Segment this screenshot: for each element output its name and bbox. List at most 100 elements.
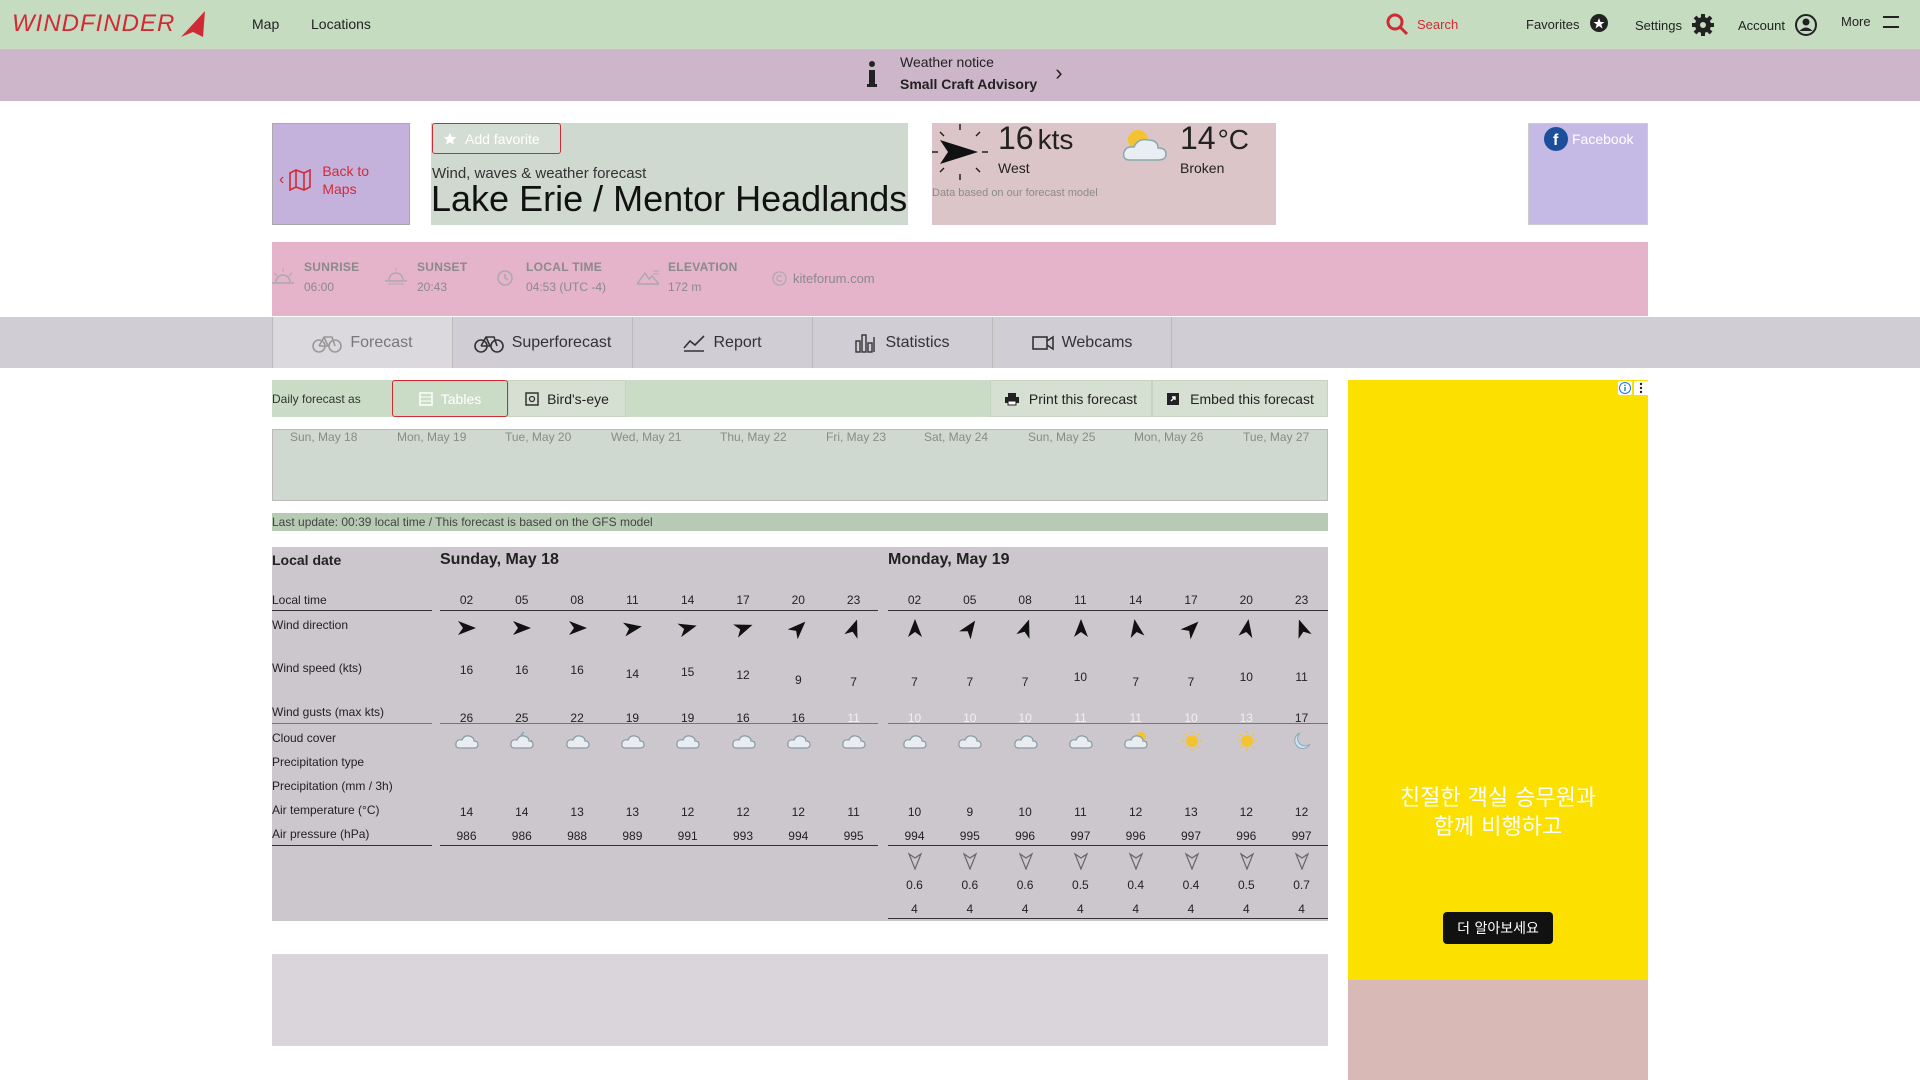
print-forecast-label: Print this forecast	[1028, 390, 1138, 407]
wind-arrow-icon	[908, 619, 922, 637]
day1-pressure-cell: 989	[622, 829, 643, 843]
account-button[interactable]: Account	[1738, 14, 1817, 36]
settings-button[interactable]: Settings	[1635, 14, 1714, 36]
day2-pressure-cell: 997	[1180, 829, 1202, 843]
day2-wind-speed-cell: 7	[911, 675, 918, 689]
tables-view-button[interactable]: Tables	[392, 380, 508, 417]
cloud-sun-icon	[1122, 130, 1167, 161]
tab-report[interactable]: Report	[632, 317, 812, 368]
sun-icon	[1236, 731, 1257, 751]
windfinder-logo[interactable]: WINDFINDER	[12, 10, 207, 38]
day1-pressure-cell: 994	[788, 829, 809, 843]
ad-cta-button[interactable]: 더 알아보세요	[1443, 912, 1553, 944]
row-label-wind-gusts: Wind gusts (max kts)	[272, 705, 385, 719]
credit-link[interactable]: kiteforum.com	[772, 271, 875, 286]
day2-gusts-cell: 11	[1129, 711, 1142, 725]
day1-times-cell: 20	[791, 593, 805, 607]
local-time-value: 04:53 (UTC -4)	[526, 280, 607, 294]
row-label-air-pressure: Air pressure (hPa)	[272, 827, 370, 841]
cloud-icon	[1069, 735, 1093, 749]
top-navigation-bar	[0, 0, 1920, 50]
cloud-icon	[565, 735, 590, 749]
bicycle-icon	[312, 335, 343, 353]
day-tab-10[interactable]: Tue, May 27	[1243, 430, 1309, 444]
day-tab-7[interactable]: Sat, May 24	[924, 430, 988, 444]
search-button[interactable]: Search	[1385, 12, 1458, 36]
gear-icon	[1691, 14, 1714, 36]
ad-info-icon[interactable]	[1618, 381, 1632, 395]
tables-label: Tables	[440, 390, 482, 407]
day1-gusts-cell: 26	[459, 711, 474, 725]
print-forecast-button[interactable]: Print this forecast	[990, 380, 1152, 417]
day-tab-4[interactable]: Wed, May 21	[611, 430, 681, 444]
day1-times-cell: 17	[736, 593, 750, 607]
favorites-button[interactable]: Favorites	[1526, 14, 1609, 34]
cloud-moon-icon	[510, 731, 534, 749]
add-favorite-button[interactable]: Add favorite	[432, 123, 561, 154]
tab-superforecast[interactable]: Superforecast	[452, 317, 632, 368]
temperature-now: 14 °C	[1180, 120, 1249, 157]
birds-eye-view-button[interactable]: Bird's-eye	[508, 380, 626, 417]
day2-gusts-cell: 11	[1074, 711, 1087, 725]
day1-wind-speed-cell: 9	[794, 673, 802, 687]
svg-text:f: f	[1553, 132, 1559, 149]
tab-report-label: Report	[713, 333, 762, 351]
day2-wave-period-cell: 4	[1021, 902, 1029, 916]
cloud-icon	[787, 735, 811, 749]
ad-options-icon[interactable]	[1634, 381, 1648, 395]
facebook-button[interactable]: f Facebook	[1544, 127, 1633, 151]
day2-temp-cell: 11	[1074, 805, 1087, 819]
day2-wave-height-cell: 0.6	[906, 878, 923, 892]
day1-temp-cell: 12	[791, 805, 805, 819]
weather-notice-link[interactable]: Weather notice Small Craft Advisory ›	[862, 54, 1063, 92]
day1-wind-speed-cell: 12	[736, 668, 750, 682]
cloud-icon	[676, 735, 700, 749]
day-tab-6[interactable]: Fri, May 23	[826, 430, 886, 444]
day-tab-8[interactable]: Sun, May 25	[1028, 430, 1095, 444]
back-to-maps-button[interactable]: ‹ Back to Maps	[272, 123, 410, 225]
day2-temp-cell: 12	[1129, 805, 1143, 819]
sunset-label: SUNSET	[417, 260, 468, 274]
day2-times-cell: 20	[1239, 593, 1253, 607]
wave-direction-icon	[907, 852, 923, 870]
birds-eye-label: Bird's-eye	[547, 390, 609, 407]
day2-temp-cell: 10	[907, 805, 922, 819]
day2-wind-speed-cell: 7	[966, 675, 974, 689]
wind-arrow-icon	[677, 623, 697, 638]
day2-times-cell: 14	[1129, 593, 1143, 607]
embed-forecast-button[interactable]: Embed this forecast	[1152, 380, 1328, 417]
tab-statistics[interactable]: Statistics	[812, 317, 992, 368]
day1-temp-cell: 13	[570, 805, 584, 819]
tab-webcams[interactable]: Webcams	[992, 317, 1172, 368]
day2-temp-cell: 10	[1018, 805, 1032, 819]
nav-locations[interactable]: Locations	[311, 16, 371, 32]
day2-temp-cell: 12	[1239, 805, 1253, 819]
clock-icon	[497, 270, 513, 286]
day-tab-3[interactable]: Tue, May 20	[505, 430, 571, 444]
day2-temp-cell: 13	[1184, 805, 1198, 819]
day-tab-2[interactable]: Mon, May 19	[397, 430, 466, 444]
sunset-value: 20:43	[417, 280, 448, 294]
tab-forecast[interactable]: Forecast	[272, 317, 452, 368]
tab-statistics-label: Statistics	[885, 333, 950, 351]
day2-wave-height-cell: 0.6	[961, 878, 979, 892]
row-label-cloud-cover: Cloud cover	[272, 731, 337, 745]
bar-chart-icon	[855, 333, 876, 353]
tab-forecast-label: Forecast	[350, 333, 413, 351]
nav-map[interactable]: Map	[252, 16, 279, 32]
row-separator	[272, 723, 432, 724]
day-tab-5[interactable]: Thu, May 22	[720, 430, 787, 444]
copyright-icon	[772, 271, 787, 286]
map-icon	[289, 169, 312, 191]
facebook-label: Facebook	[1572, 131, 1634, 147]
wind-speed-value: 16	[998, 120, 1034, 156]
facebook-icon: f	[1544, 127, 1568, 151]
day2-temp-cell: 12	[1294, 805, 1309, 819]
day-tab-9[interactable]: Mon, May 26	[1134, 430, 1203, 444]
day2-wind-speed-cell: 10	[1239, 670, 1253, 684]
table-icon	[419, 391, 433, 406]
elevation-label: ELEVATION	[668, 260, 738, 274]
day-tab-1[interactable]: Sun, May 18	[290, 430, 357, 444]
more-menu-button[interactable]: More	[1841, 14, 1901, 29]
advertisement[interactable]	[1348, 380, 1648, 980]
